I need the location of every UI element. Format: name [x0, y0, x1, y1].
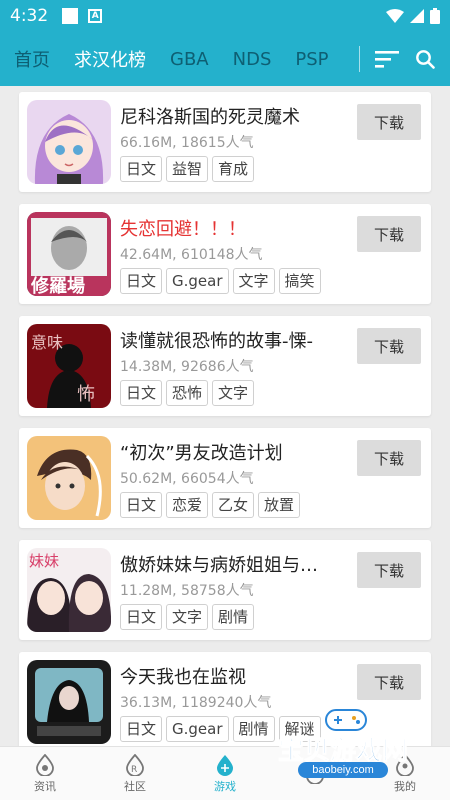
game-tag[interactable]: 日文 [120, 156, 163, 182]
game-tags: 日文 益智 育成 [120, 156, 255, 182]
news-icon [36, 753, 54, 776]
game-cover-image: 意味怖 [27, 324, 111, 408]
watermark-url: baobeiy.com [298, 762, 388, 778]
gamepad-icon [325, 709, 367, 731]
game-tag[interactable]: 剧情 [232, 716, 275, 742]
search-icon[interactable] [412, 46, 438, 72]
game-title[interactable]: 失恋回避！！！ [120, 215, 360, 241]
game-cover-image: 妹妹 [27, 548, 111, 632]
tab-translation-requests[interactable]: 求汉化榜 [62, 46, 158, 72]
game-tag[interactable]: 育成 [212, 156, 255, 182]
wifi-icon [386, 9, 404, 23]
game-size-popularity: 50.62M, 66054人气 [120, 471, 254, 487]
download-button[interactable]: 下载 [357, 664, 421, 700]
game-title[interactable]: 尼科洛斯国的死灵魔术 [120, 103, 360, 129]
game-title[interactable]: 傲娇妹妹与病娇姐姐与… [120, 551, 360, 577]
download-button[interactable]: 下载 [357, 328, 421, 364]
game-title[interactable]: 读懂就很恐怖的故事-慄- [120, 327, 360, 353]
status-time: 4:32 [10, 6, 49, 26]
svg-text:修羅場: 修羅場 [30, 275, 85, 296]
svg-text:怖: 怖 [77, 384, 95, 405]
game-tag[interactable]: 文字 [232, 268, 275, 294]
svg-text:意味: 意味 [31, 333, 63, 352]
bottom-tab-community[interactable]: R 社区 [90, 747, 180, 800]
game-tags: 日文 文字 剧情 [120, 604, 255, 630]
game-tag[interactable]: 日文 [120, 604, 163, 630]
game-tag[interactable]: 日文 [120, 268, 163, 294]
signal-icon [410, 9, 424, 23]
game-tag[interactable]: 文字 [166, 604, 209, 630]
bottom-tab-label: 资讯 [34, 779, 56, 793]
tab-nds[interactable]: NDS [221, 49, 284, 70]
game-size-popularity: 14.38M, 92686人气 [120, 359, 254, 375]
game-cover-image [27, 100, 111, 184]
status-bar: 4:32 A [0, 0, 450, 32]
notification-icon [62, 8, 79, 24]
game-card[interactable]: “初次”男友改造计划 50.62M, 66054人气 日文 恋爱 乙女 放置 下… [19, 428, 431, 528]
tab-psp[interactable]: PSP [283, 49, 340, 70]
game-card[interactable]: 尼科洛斯国的死灵魔术 66.16M, 18615人气 日文 益智 育成 下载 [19, 92, 431, 192]
game-card[interactable]: 妹妹 傲娇妹妹与病娇姐姐与… 11.28M, 58758人气 日文 文字 剧情 … [19, 540, 431, 640]
svg-text:R: R [131, 765, 137, 775]
game-size-popularity: 66.16M, 18615人气 [120, 135, 254, 151]
game-cover-image: 修羅場 [27, 212, 111, 296]
game-drop-icon [217, 754, 233, 776]
game-size-popularity: 36.13M, 1189240人气 [120, 695, 272, 711]
game-tag[interactable]: 放置 [258, 492, 301, 518]
bottom-tab-news[interactable]: 资讯 [0, 747, 90, 800]
game-tag[interactable]: G.gear [166, 716, 229, 742]
bottom-tab-label: 社区 [124, 779, 146, 793]
game-tags: 日文 恋爱 乙女 放置 [120, 492, 301, 518]
bottom-tab-label: 游戏 [214, 779, 236, 793]
game-tag[interactable]: 文字 [212, 380, 255, 406]
nav-divider [359, 46, 360, 72]
game-title[interactable]: 今天我也在监视 [120, 663, 360, 689]
game-list: 尼科洛斯国的死灵魔术 66.16M, 18615人气 日文 益智 育成 下载 修… [0, 86, 450, 746]
svg-text:妹妹: 妹妹 [29, 552, 59, 570]
app-notification-icon: A [88, 9, 103, 23]
game-cover-image [27, 436, 111, 520]
game-tag[interactable]: 搞笑 [278, 268, 321, 294]
download-button[interactable]: 下载 [357, 440, 421, 476]
game-tags: 日文 G.gear 文字 搞笑 [120, 268, 321, 294]
battery-icon [430, 8, 440, 24]
game-card[interactable]: 意味怖 读懂就很恐怖的故事-慄- 14.38M, 92686人气 日文 恐怖 文… [19, 316, 431, 416]
watermark: 宝贝游戏网 baobeiy.com [276, 706, 442, 786]
download-button[interactable]: 下载 [357, 104, 421, 140]
game-tag[interactable]: 日文 [120, 716, 163, 742]
game-title[interactable]: “初次”男友改造计划 [120, 439, 360, 465]
bottom-tab-games[interactable]: 游戏 [180, 747, 270, 800]
game-tag[interactable]: G.gear [166, 268, 229, 294]
game-tag[interactable]: 日文 [120, 492, 163, 518]
community-icon: R [126, 753, 144, 776]
game-tag[interactable]: 日文 [120, 380, 163, 406]
game-size-popularity: 11.28M, 58758人气 [120, 583, 254, 599]
game-tag[interactable]: 剧情 [212, 604, 255, 630]
game-tags: 日文 恐怖 文字 [120, 380, 255, 406]
download-button[interactable]: 下载 [357, 552, 421, 588]
download-button[interactable]: 下载 [357, 216, 421, 252]
category-nav: 首页 求汉化榜 GBA NDS PSP [0, 32, 450, 86]
game-tag[interactable]: 益智 [166, 156, 209, 182]
sort-icon[interactable] [374, 46, 400, 72]
tab-gba[interactable]: GBA [158, 49, 221, 70]
game-size-popularity: 42.64M, 610148人气 [120, 247, 263, 263]
tab-home[interactable]: 首页 [0, 46, 62, 72]
game-tag[interactable]: 恋爱 [166, 492, 209, 518]
game-tag[interactable]: 恐怖 [166, 380, 209, 406]
game-cover-image [27, 660, 111, 744]
game-tag[interactable]: 乙女 [212, 492, 255, 518]
game-card[interactable]: 修羅場 失恋回避！！！ 42.64M, 610148人气 日文 G.gear 文… [19, 204, 431, 304]
